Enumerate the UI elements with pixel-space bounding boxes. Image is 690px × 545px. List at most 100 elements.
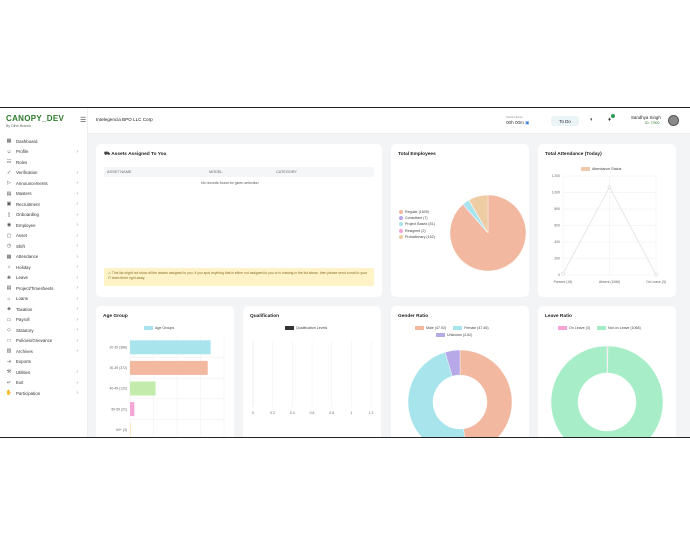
y-tick-label: 800 bbox=[554, 207, 560, 211]
sidebar-item[interactable]: ◷ Shift › bbox=[0, 241, 88, 252]
x-tick-label: 0 bbox=[252, 411, 254, 415]
chevron-right-icon: › bbox=[76, 327, 78, 334]
sidebar-item-label: Taxation bbox=[16, 306, 33, 312]
sidebar-item[interactable]: ✋ Participation › bbox=[0, 388, 88, 399]
data-point[interactable] bbox=[654, 272, 658, 277]
data-point[interactable] bbox=[561, 271, 565, 276]
user-icon: ☺ bbox=[6, 148, 12, 155]
sidebar-item[interactable]: ⇥ Exports bbox=[0, 357, 88, 368]
sidebar-item[interactable]: ☼ Holiday › bbox=[0, 262, 88, 273]
timer-icon[interactable]: ▣ bbox=[525, 120, 529, 125]
sidebar-item-label: Participation bbox=[16, 390, 41, 396]
x-tick-label: On Leave (3) bbox=[646, 280, 666, 284]
bar[interactable] bbox=[130, 402, 135, 417]
sidebar-item[interactable]: ❀ Leave › bbox=[0, 273, 88, 284]
bank-icon: ⌂ bbox=[7, 295, 11, 302]
total-employees-card: Total Employees Regular (1609) Consultan… bbox=[391, 144, 529, 297]
chevron-right-icon: › bbox=[76, 148, 78, 155]
sidebar-item[interactable]: □ Policies/Grievance › bbox=[0, 336, 88, 347]
sidebar-item[interactable]: ☺ Profile › bbox=[0, 147, 88, 158]
sidebar-item-label: Verification bbox=[16, 170, 38, 176]
sidebar-item[interactable]: ▥ Archives › bbox=[0, 346, 88, 357]
sidebar: CANOPY_DEV By Olive Branch ▦ Dashboard ☺ Pr… bbox=[0, 108, 88, 437]
sidebar-item-label: Announcements bbox=[16, 180, 48, 186]
chevron-right-icon: › bbox=[76, 369, 78, 376]
sidebar-item[interactable]: ▯ Onboarding › bbox=[0, 210, 88, 221]
sidebar-item-label: Holiday bbox=[16, 264, 31, 270]
bar[interactable] bbox=[130, 381, 156, 396]
assets-title-text: Assets Assigned To You bbox=[111, 152, 167, 157]
avatar[interactable] bbox=[668, 115, 679, 126]
data-point[interactable] bbox=[607, 185, 612, 189]
notification-bell-icon[interactable]: ♦ bbox=[608, 114, 615, 123]
export-icon: ⇥ bbox=[6, 358, 12, 365]
leaf-icon: ❀ bbox=[6, 274, 12, 281]
check-icon: ✓ bbox=[6, 169, 12, 176]
x-tick-label: 0.4 bbox=[290, 411, 295, 415]
bar[interactable] bbox=[130, 360, 208, 375]
tool-icon: ⚒ bbox=[6, 369, 12, 376]
sidebar-item[interactable]: ⌂ Loans › bbox=[0, 294, 88, 305]
chevron-right-icon: › bbox=[76, 274, 78, 281]
pie-slice-not-on-leave[interactable] bbox=[550, 345, 664, 438]
calendar-icon: ▦ bbox=[6, 253, 12, 260]
brand[interactable]: CANOPY_DEV By Olive Branch bbox=[6, 114, 64, 128]
chevron-right-icon: › bbox=[76, 337, 78, 344]
sidebar-item-label: Onboarding bbox=[16, 212, 39, 218]
assets-notice: ⚠ This list might not show all the asset… bbox=[104, 268, 374, 286]
sidebar-item[interactable]: ▷ Announcements › bbox=[0, 178, 88, 189]
assets-card: ⛟ Assets Assigned To You ASSET NAME MODE… bbox=[96, 144, 382, 297]
brand-subtitle: By Olive Branch bbox=[6, 124, 32, 128]
sidebar-item[interactable]: ◉ Employee › bbox=[0, 220, 88, 231]
col-asset-name: ASSET NAME bbox=[107, 170, 132, 174]
age-group-chart: 20-29 (386) 30-39 (372) 40-49 (122) 50-59 (… bbox=[109, 337, 225, 437]
user-name: Sandhya Singh bbox=[631, 115, 661, 120]
col-category: CATEGORY bbox=[276, 170, 297, 174]
x-tick-label: 1 bbox=[350, 411, 352, 415]
chevron-right-icon: › bbox=[76, 190, 78, 197]
y-tick-label: 30-39 (372) bbox=[109, 366, 127, 370]
notification-dot bbox=[611, 114, 615, 118]
sidebar-item[interactable]: ▦ Attendance › bbox=[0, 252, 88, 263]
sidebar-item[interactable]: ▦ Dashboard bbox=[0, 136, 88, 147]
sidebar-item[interactable]: ▣ Recruitment › bbox=[0, 199, 88, 210]
truck-icon: ⛟ bbox=[104, 152, 111, 157]
total-employees-chart bbox=[449, 194, 527, 272]
chevron-right-icon: › bbox=[76, 264, 78, 271]
chevron-right-icon: › bbox=[76, 379, 78, 386]
sidebar-item[interactable]: ▤ Project/Timesheets › bbox=[0, 283, 88, 294]
assets-empty-message: No records found for given selection bbox=[201, 181, 259, 185]
sidebar-item[interactable]: ↵ Exit › bbox=[0, 378, 88, 389]
sidebar-item[interactable]: ⚒ Utilities › bbox=[0, 367, 88, 378]
sidebar-item[interactable]: ☷ Roles bbox=[0, 157, 88, 168]
grid-icon: ▦ bbox=[6, 138, 12, 145]
bar[interactable] bbox=[130, 340, 211, 355]
tax-icon: ◈ bbox=[7, 306, 11, 313]
chevron-right-icon: › bbox=[76, 180, 78, 187]
sidebar-item-label: Policies/Grievance bbox=[16, 338, 53, 344]
shield-icon: ◇ bbox=[7, 327, 11, 334]
sidebar-item-label: Shift bbox=[16, 243, 25, 249]
sidebar-item-label: Project/Timesheets bbox=[16, 285, 54, 291]
sidebar-item-label: Payroll bbox=[16, 317, 30, 323]
x-tick-label: 0.8 bbox=[329, 411, 334, 415]
todo-button[interactable]: To Do bbox=[551, 116, 579, 126]
sidebar-item-label: Archives bbox=[16, 348, 33, 354]
sidebar-item[interactable]: ▢ Asset › bbox=[0, 231, 88, 242]
sidebar-item[interactable]: ◇ Statutory › bbox=[0, 325, 88, 336]
brand-name: CANOPY_DEV bbox=[6, 114, 65, 123]
exit-icon: ↵ bbox=[6, 379, 12, 386]
menu-icon[interactable]: ☰ bbox=[80, 116, 86, 124]
sidebar-item[interactable]: ✓ Verification › bbox=[0, 168, 88, 179]
bar[interactable] bbox=[130, 422, 131, 437]
theme-toggle-icon[interactable]: ◐ bbox=[590, 117, 594, 123]
assets-title: ⛟ Assets Assigned To You bbox=[104, 152, 166, 158]
sidebar-item[interactable]: ▭ Payroll › bbox=[0, 315, 88, 326]
x-tick-label: Absent (1066) bbox=[599, 280, 620, 284]
sidebar-item[interactable]: ◈ Taxation › bbox=[0, 304, 88, 315]
people-icon: ☷ bbox=[6, 159, 12, 166]
megaphone-icon: ▷ bbox=[7, 180, 11, 187]
sidebar-item[interactable]: ▤ Masters › bbox=[0, 189, 88, 200]
pie-slice-male[interactable] bbox=[459, 349, 513, 438]
chevron-right-icon: › bbox=[76, 306, 78, 313]
